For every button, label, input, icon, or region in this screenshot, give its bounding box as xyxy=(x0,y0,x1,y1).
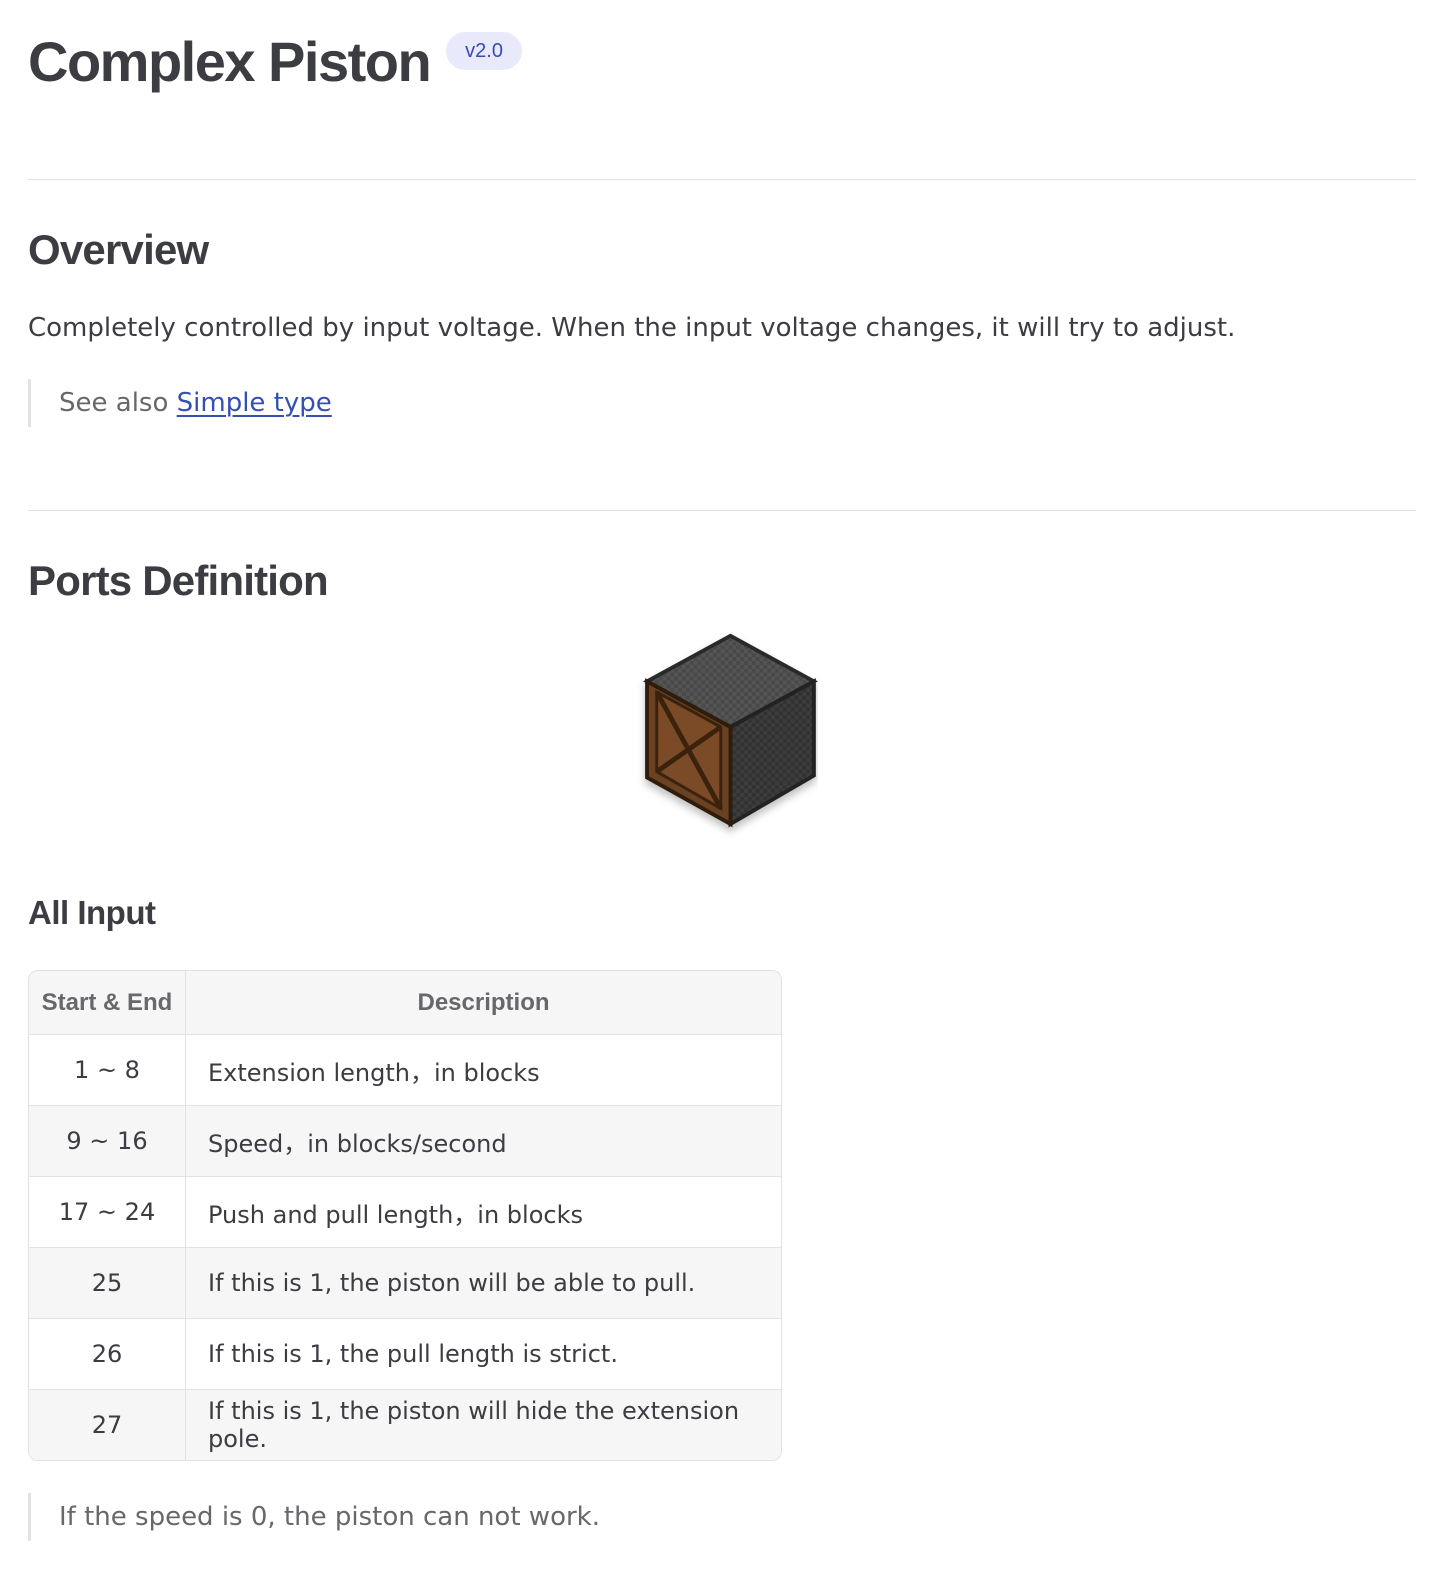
table-header-row: Start & End Description xyxy=(29,971,781,1035)
divider xyxy=(28,179,1416,180)
see-also-callout: See also Simple type xyxy=(28,379,332,427)
port-description-cell: If this is 1, the pull length is strict. xyxy=(185,1318,781,1390)
overview-heading: Overview xyxy=(28,226,209,273)
speed-note-callout: If the speed is 0, the piston can not wo… xyxy=(28,1493,600,1541)
table-row: 27 If this is 1, the piston will hide th… xyxy=(29,1389,781,1460)
complex-piston-block-icon xyxy=(618,630,818,840)
port-range-cell: 9 ~ 16 xyxy=(29,1105,186,1177)
see-also-prefix: See also xyxy=(59,388,177,418)
input-ports-table: Start & End Description 1 ~ 8 Extension … xyxy=(28,970,782,1461)
port-range-cell: 17 ~ 24 xyxy=(29,1176,186,1248)
simple-type-link[interactable]: Simple type xyxy=(177,388,332,418)
port-range-cell: 25 xyxy=(29,1247,186,1319)
table-row: 9 ~ 16 Speed，in blocks/second xyxy=(29,1105,781,1177)
port-description-cell: Push and pull length，in blocks xyxy=(185,1176,781,1248)
column-header-description: Description xyxy=(185,971,781,1035)
table-row: 25 If this is 1, the piston will be able… xyxy=(29,1247,781,1319)
table-row: 1 ~ 8 Extension length，in blocks xyxy=(29,1034,781,1106)
all-input-heading: All Input xyxy=(28,894,156,931)
port-range-cell: 1 ~ 8 xyxy=(29,1034,186,1106)
port-description-cell: Speed，in blocks/second xyxy=(185,1105,781,1177)
speed-note-text: If the speed is 0, the piston can not wo… xyxy=(59,1502,600,1532)
port-range-cell: 26 xyxy=(29,1318,186,1390)
port-description-cell: Extension length，in blocks xyxy=(185,1034,781,1106)
port-description-cell: If this is 1, the piston will be able to… xyxy=(185,1247,781,1319)
version-badge: v2.0 xyxy=(446,32,522,70)
port-description-cell: If this is 1, the piston will hide the e… xyxy=(185,1389,781,1460)
ports-heading: Ports Definition xyxy=(28,557,329,604)
page-title: Complex Piston xyxy=(28,30,432,93)
table-row: 26 If this is 1, the pull length is stri… xyxy=(29,1318,781,1390)
table-row: 17 ~ 24 Push and pull length，in blocks xyxy=(29,1176,781,1248)
overview-description: Completely controlled by input voltage. … xyxy=(28,313,1236,343)
divider xyxy=(28,510,1416,511)
column-header-range: Start & End xyxy=(29,971,186,1035)
title-row: Complex Piston v2.0 xyxy=(28,28,522,98)
port-range-cell: 27 xyxy=(29,1389,186,1460)
